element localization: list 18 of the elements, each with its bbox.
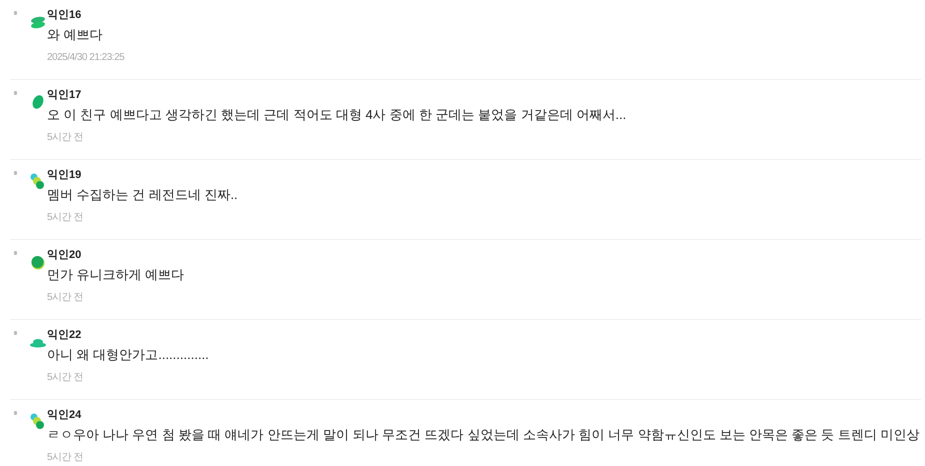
author-name: 익인16 <box>47 8 82 22</box>
comment-time: 2025/4/30 21:23:25 <box>47 52 124 64</box>
comment-time: 5시간 전 <box>47 132 84 144</box>
author-name: 익인19 <box>47 168 82 182</box>
comment-text: ㄹㅇ우아 나나 우연 첨 봤을 때 얘네가 안뜨는게 말이 되나 무조건 뜨겠다 싶었는데 소속사가 힘이 너무 약함ㅠ신인도 보는 안목은 좋은 듯 트렌디 미인상 <box>47 426 920 444</box>
comment-text: 와 예쁘다 <box>47 26 104 44</box>
comment-time: 5시간 전 <box>47 452 84 464</box>
author-name: 익인17 <box>47 88 82 102</box>
comment-text: 먼가 유니크하게 예쁘다 <box>47 266 184 284</box>
comment-time: 5시간 전 <box>47 212 84 224</box>
author-name: 익인22 <box>47 328 82 342</box>
comment-time: 5시간 전 <box>47 292 84 304</box>
comment-time: 5시간 전 <box>47 372 84 384</box>
comment-text: 멤버 수집하는 건 레전드네 진짜.. <box>47 186 238 204</box>
author-name: 익인20 <box>47 248 82 262</box>
author-name: 익인24 <box>47 408 82 422</box>
comment-text: 아니 왜 대형안가고.............. <box>47 346 209 364</box>
comment-text: 오 이 친구 예쁘다고 생각하긴 했는데 근데 적어도 대형 4사 중에 한 군데는 붙었을 거같은데 어째서... <box>47 106 626 124</box>
